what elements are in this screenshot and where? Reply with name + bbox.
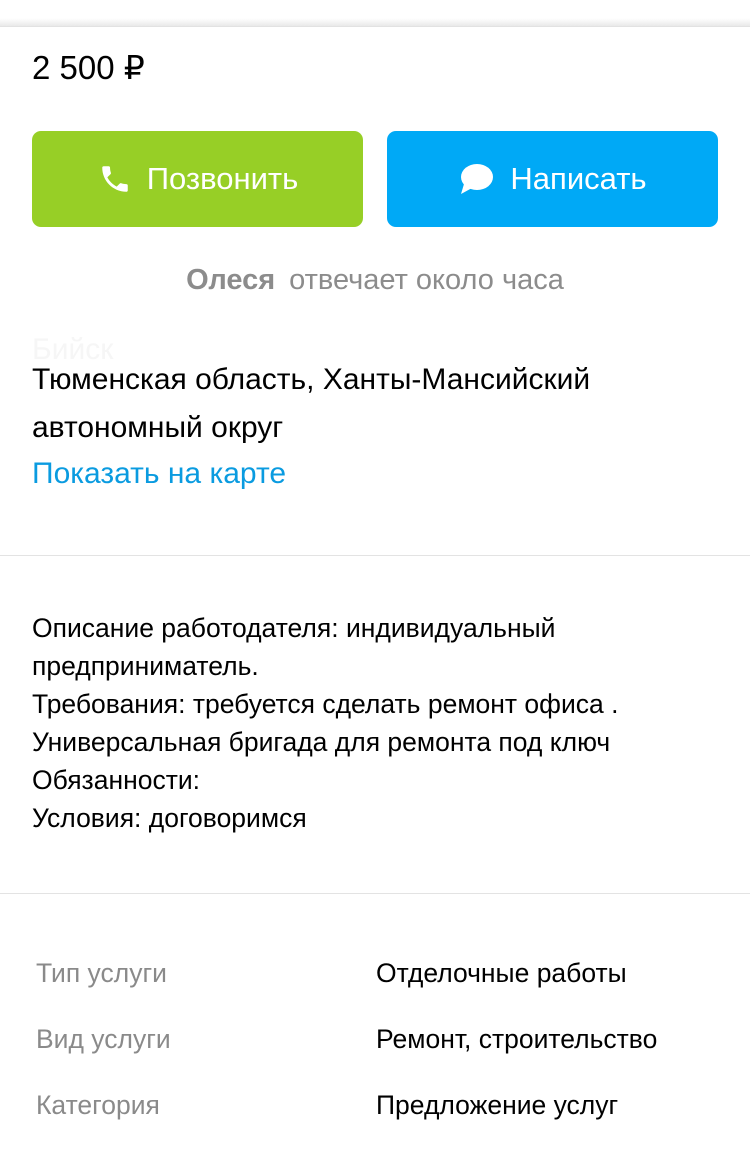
chat-bubble-icon — [458, 161, 494, 197]
write-button-label: Написать — [510, 161, 647, 196]
description-line: Требования: требуется сделать ремонт офи… — [32, 689, 619, 719]
param-value: Отделочные работы — [376, 957, 627, 988]
seller-name[interactable]: Олеся — [186, 264, 275, 296]
description-line: Описание работодателя: индивидуальный пр… — [32, 613, 556, 681]
param-label: Категория — [36, 1089, 160, 1120]
param-row-category: Категория Предложение услуг — [36, 1072, 736, 1138]
location-address: Тюменская область, Ханты-Мансийский авто… — [32, 363, 591, 444]
price: 2 500 ₽ — [32, 49, 145, 86]
description-line: Обязанности: — [32, 765, 201, 795]
call-button-label: Позвонить — [146, 161, 299, 196]
phone-icon — [97, 161, 133, 197]
param-row-service-kind: Вид услуги Ремонт, строительство — [36, 1006, 736, 1072]
top-bar-shadow — [0, 0, 750, 27]
param-row-service-type: Тип услуги Отделочные работы — [36, 940, 736, 1006]
seller-response-info: Олеся отвечает около часа — [0, 258, 750, 302]
param-label: Тип услуги — [36, 957, 167, 988]
description-block: Описание работодателя: индивидуальный пр… — [32, 609, 722, 837]
write-button[interactable]: Написать — [387, 131, 718, 227]
seller-response-time: отвечает около часа — [289, 264, 564, 296]
param-label: Вид услуги — [36, 1023, 171, 1054]
param-value: Ремонт, строительство — [376, 1023, 658, 1054]
divider — [0, 555, 750, 556]
description-line: Условия: договоримся — [32, 803, 307, 833]
divider — [0, 893, 750, 894]
param-value: Предложение услуг — [376, 1089, 619, 1120]
description-line: Универсальная бригада для ремонта под кл… — [32, 727, 611, 757]
call-button[interactable]: Позвонить — [32, 131, 363, 227]
params-table: Тип услуги Отделочные работы Вид услуги … — [36, 940, 736, 1138]
show-on-map-link[interactable]: Показать на карте — [32, 452, 286, 496]
